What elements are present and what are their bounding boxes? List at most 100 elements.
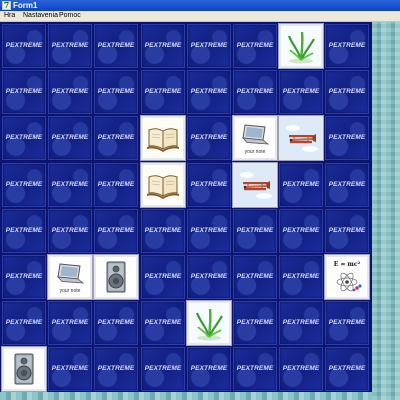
card-back-label: PEXTREME — [236, 319, 274, 326]
card-back-label: PEXTREME — [236, 365, 274, 372]
card-back-label: PEXTREME — [236, 273, 274, 280]
card-back-label: PEXTREME — [282, 227, 320, 234]
card-back-label: PEXTREME — [5, 134, 43, 141]
card-back-label: PEXTREME — [97, 42, 135, 49]
card-face-down[interactable]: PEXTREME — [141, 347, 185, 391]
card-back-label: PEXTREME — [236, 227, 274, 234]
card-face-down[interactable]: PEXTREME — [187, 209, 231, 253]
card-face-down[interactable]: PEXTREME — [279, 301, 323, 345]
card-back-label: PEXTREME — [282, 365, 320, 372]
card-face-up-laptop[interactable]: your note — [48, 255, 92, 299]
card-face-down[interactable]: PEXTREME — [48, 116, 92, 160]
card-face-down[interactable]: PEXTREME — [141, 255, 185, 299]
card-face-down[interactable]: PEXTREME — [233, 24, 277, 68]
card-back-label: PEXTREME — [282, 88, 320, 95]
card-face-up-grass-sprout[interactable] — [279, 24, 323, 68]
card-face-up-open-book[interactable] — [141, 116, 185, 160]
window-title: Form1 — [13, 1, 38, 10]
card-back-label: PEXTREME — [190, 181, 228, 188]
card-face-down[interactable]: PEXTREME — [48, 347, 92, 391]
card-back-label: PEXTREME — [144, 273, 182, 280]
card-face-down[interactable]: PEXTREME — [187, 70, 231, 114]
card-face-down[interactable]: PEXTREME — [141, 24, 185, 68]
card-face-up-laptop[interactable]: your note — [233, 116, 277, 160]
card-face-down[interactable]: PEXTREME — [48, 70, 92, 114]
card-face-down[interactable]: PEXTREME — [279, 209, 323, 253]
card-face-down[interactable]: PEXTREME — [325, 209, 369, 253]
card-face-down[interactable]: PEXTREME — [94, 70, 138, 114]
card-back-label: PEXTREME — [144, 88, 182, 95]
card-back-label: PEXTREME — [282, 319, 320, 326]
card-face-down[interactable]: PEXTREME — [94, 347, 138, 391]
card-face-down[interactable]: PEXTREME — [187, 347, 231, 391]
card-face-down[interactable]: PEXTREME — [325, 163, 369, 207]
card-face-down[interactable]: PEXTREME — [233, 255, 277, 299]
app-icon[interactable]: 7 — [2, 1, 11, 10]
card-face-down[interactable]: PEXTREME — [94, 209, 138, 253]
card-face-down[interactable]: PEXTREME — [141, 209, 185, 253]
card-face-down[interactable]: PEXTREME — [2, 116, 46, 160]
card-face-down[interactable]: PEXTREME — [94, 24, 138, 68]
card-back-label: PEXTREME — [51, 319, 89, 326]
card-face-down[interactable]: PEXTREME — [2, 70, 46, 114]
card-face-down[interactable]: PEXTREME — [2, 209, 46, 253]
card-face-up-speaker[interactable] — [2, 347, 46, 391]
menu-hra[interactable]: Hra — [4, 11, 15, 21]
card-back-label: PEXTREME — [144, 319, 182, 326]
card-face-down[interactable]: PEXTREME — [48, 301, 92, 345]
card-face-down[interactable]: PEXTREME — [2, 163, 46, 207]
card-face-down[interactable]: PEXTREME — [233, 209, 277, 253]
card-face-down[interactable]: PEXTREME — [2, 255, 46, 299]
card-back-label: PEXTREME — [328, 181, 366, 188]
card-face-down[interactable]: PEXTREME — [94, 163, 138, 207]
card-face-down[interactable]: PEXTREME — [187, 116, 231, 160]
card-face-down[interactable]: PEXTREME — [94, 301, 138, 345]
menu-nastavenia[interactable]: Nastavenia — [23, 11, 58, 21]
card-face-down[interactable]: PEXTREME — [325, 347, 369, 391]
card-face-down[interactable]: PEXTREME — [141, 70, 185, 114]
background-pattern-bottom — [0, 392, 372, 400]
card-face-down[interactable]: PEXTREME — [325, 116, 369, 160]
card-face-down[interactable]: PEXTREME — [187, 163, 231, 207]
card-back-label: PEXTREME — [328, 319, 366, 326]
menu-pomoc[interactable]: Pomoc — [59, 11, 81, 21]
card-face-down[interactable]: PEXTREME — [279, 163, 323, 207]
card-back-label: PEXTREME — [51, 227, 89, 234]
card-back-label: PEXTREME — [328, 227, 366, 234]
card-back-label: PEXTREME — [190, 42, 228, 49]
card-face-down[interactable]: PEXTREME — [2, 301, 46, 345]
card-back-label: PEXTREME — [144, 42, 182, 49]
card-face-up-einstein-formula[interactable]: E = mc² — [325, 255, 369, 299]
card-face-up-speaker[interactable] — [94, 255, 138, 299]
card-face-up-biplane[interactable] — [279, 116, 323, 160]
card-face-down[interactable]: PEXTREME — [325, 301, 369, 345]
title-bar[interactable]: 7 Form1 — [0, 0, 400, 11]
card-back-label: PEXTREME — [236, 42, 274, 49]
card-face-down[interactable]: PEXTREME — [141, 301, 185, 345]
card-face-down[interactable]: PEXTREME — [279, 255, 323, 299]
card-face-down[interactable]: PEXTREME — [2, 24, 46, 68]
card-back-label: PEXTREME — [51, 88, 89, 95]
card-face-down[interactable]: PEXTREME — [187, 24, 231, 68]
card-back-label: PEXTREME — [190, 227, 228, 234]
card-face-down[interactable]: PEXTREME — [279, 347, 323, 391]
card-back-label: PEXTREME — [97, 181, 135, 188]
card-face-down[interactable]: PEXTREME — [233, 301, 277, 345]
card-back-label: PEXTREME — [51, 181, 89, 188]
card-face-down[interactable]: PEXTREME — [233, 70, 277, 114]
card-face-down[interactable]: PEXTREME — [187, 255, 231, 299]
card-face-up-open-book[interactable] — [141, 163, 185, 207]
card-face-up-grass-sprout[interactable] — [187, 301, 231, 345]
card-face-up-biplane[interactable] — [233, 163, 277, 207]
card-face-down[interactable]: PEXTREME — [279, 70, 323, 114]
card-face-down[interactable]: PEXTREME — [233, 347, 277, 391]
card-back-label: PEXTREME — [282, 181, 320, 188]
card-face-down[interactable]: PEXTREME — [48, 163, 92, 207]
card-face-down[interactable]: PEXTREME — [48, 24, 92, 68]
card-back-label: PEXTREME — [5, 319, 43, 326]
card-face-down[interactable]: PEXTREME — [48, 209, 92, 253]
card-face-down[interactable]: PEXTREME — [325, 24, 369, 68]
card-face-down[interactable]: PEXTREME — [94, 116, 138, 160]
card-back-label: PEXTREME — [5, 88, 43, 95]
card-face-down[interactable]: PEXTREME — [325, 70, 369, 114]
